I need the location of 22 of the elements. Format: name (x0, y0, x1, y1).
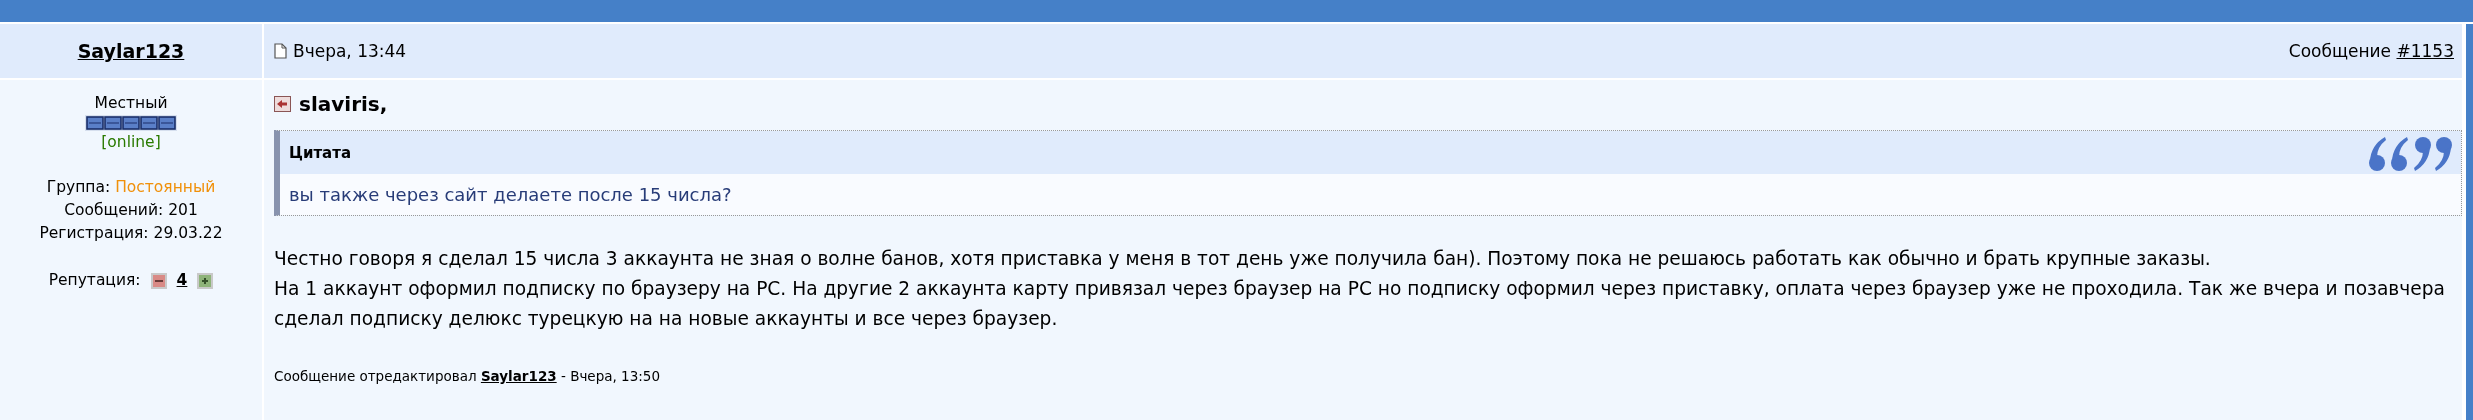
quote-title: Цитата (289, 143, 352, 162)
minus-icon[interactable] (150, 272, 167, 289)
post-number: Сообщение #1153 (2288, 41, 2454, 61)
user-rank: Местный (94, 93, 168, 114)
editor-link[interactable]: Saylar123 (480, 368, 557, 384)
edit-note: Сообщение отредактировал Saylar123 - Вчера, 13:50 (274, 368, 661, 384)
post-date: Вчера, 13:44 (293, 41, 407, 61)
plus-icon[interactable] (197, 272, 214, 289)
reply-recipient: slaviris, (299, 92, 388, 116)
post-count: Сообщений: 201 (64, 200, 198, 221)
reputation-link[interactable]: 4 (176, 269, 188, 292)
rank-pips-icon (85, 115, 177, 131)
user-group: Группа: Постоянный (46, 176, 216, 199)
reputation-label: Репутация: (48, 270, 141, 291)
document-icon (274, 43, 287, 59)
post-paragraph: На 1 аккаунт оформил подписку по браузеру на PC. На другие 2 аккаунта карту привязал через браузер на PC но подписку оформил через приставку, оплата через браузер уже не проходила. Так же вчера и позавчера сделал подписку делюкс турецкую на на новые аккаунты и все через браузер. (274, 277, 2446, 331)
quote-text: вы также через сайт делаете после 15 числа? (289, 184, 732, 205)
post-paragraph: Честно говоря я сделал 15 числа 3 аккаунта не зная о волне банов, хотя приставка у меня в тот день уже получила бан). Поэтому пока не решаюсь работать как обычно и брать крупные заказы. (274, 247, 2212, 271)
author-link[interactable]: Saylar123 (77, 40, 185, 62)
post-number-link[interactable]: #1153 (2396, 41, 2454, 61)
online-status: [online] (101, 132, 161, 153)
registration-date: Регистрация: 29.03.22 (39, 223, 223, 244)
